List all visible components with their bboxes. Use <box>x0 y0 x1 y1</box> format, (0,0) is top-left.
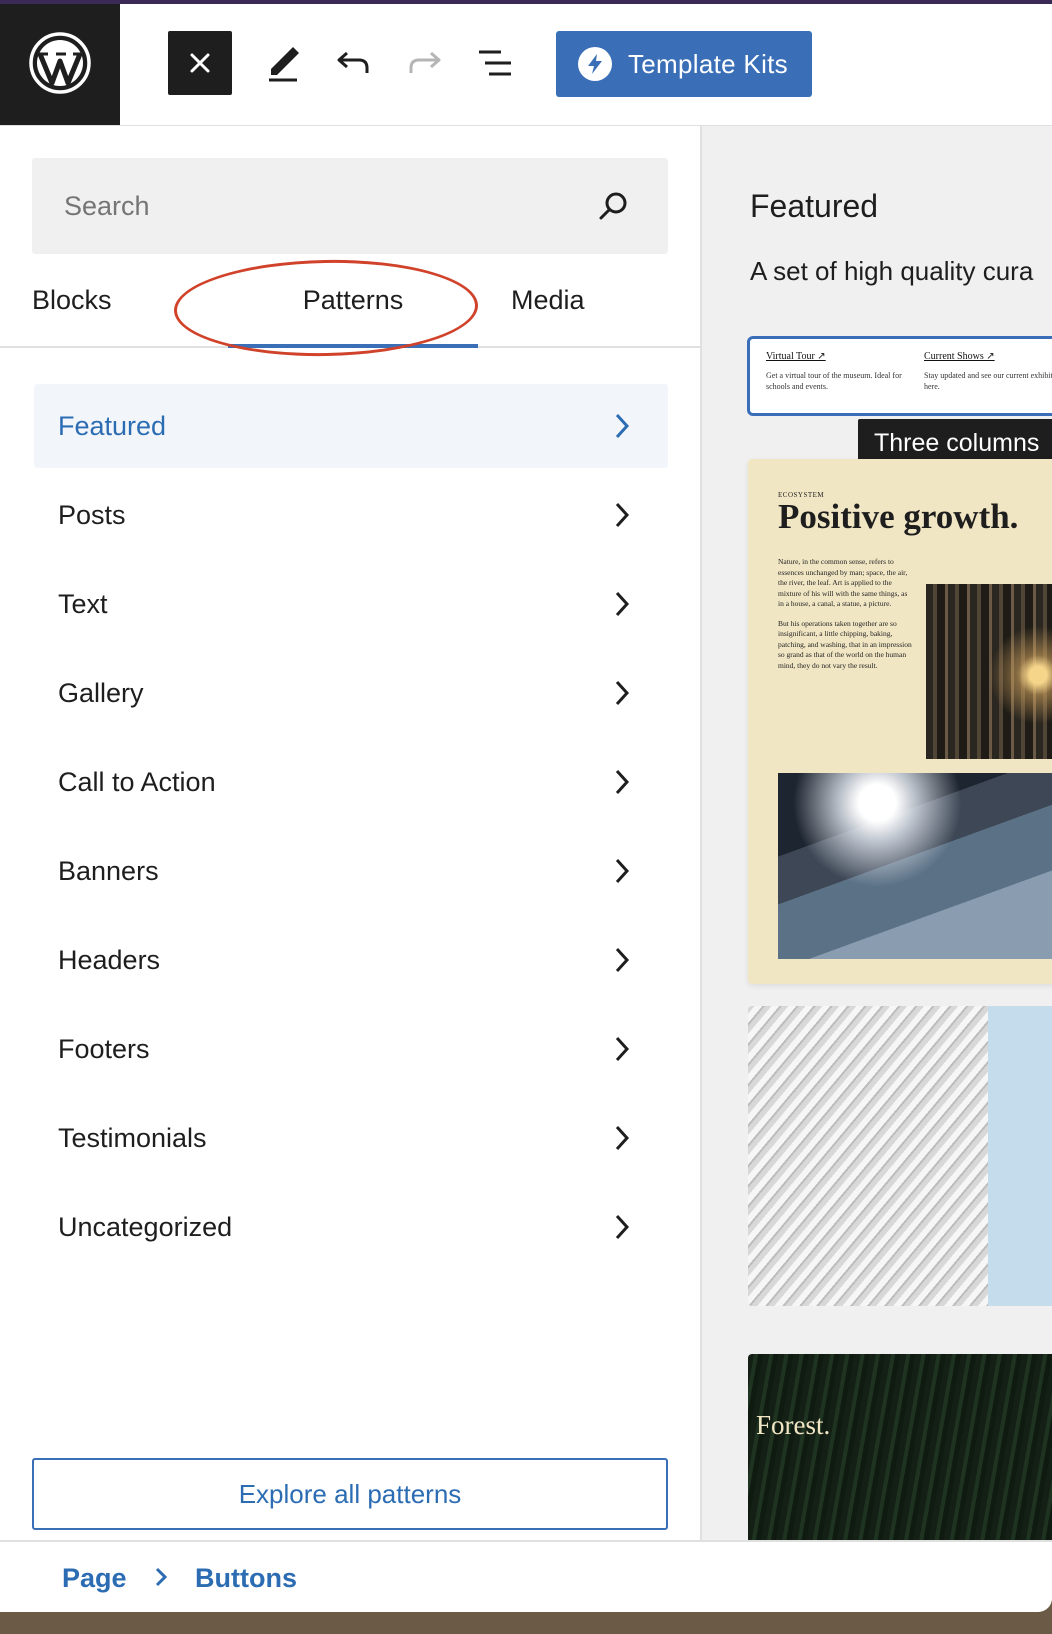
category-footers[interactable]: Footers <box>34 1007 668 1091</box>
category-label: Headers <box>58 944 161 975</box>
chevron-right-icon <box>615 1125 630 1151</box>
document-overview-button[interactable] <box>470 38 520 88</box>
search-box <box>32 158 668 254</box>
editor-window: Template Kits Blocks Patterns Media Feat… <box>0 0 1052 1612</box>
category-label: Gallery <box>58 677 144 708</box>
card-text: Stay updated and see our current exhibit… <box>924 371 1052 391</box>
tools-button[interactable] <box>258 38 308 88</box>
pencil-icon <box>269 47 299 82</box>
preview-title: Featured <box>750 188 879 224</box>
category-label: Text <box>58 588 108 619</box>
chevron-right-icon <box>615 413 630 439</box>
category-label: Uncategorized <box>58 1211 233 1242</box>
wordpress-logo-icon[interactable] <box>0 0 120 125</box>
breadcrumb-page[interactable]: Page <box>62 1563 127 1594</box>
category-uncategorized[interactable]: Uncategorized <box>34 1185 668 1269</box>
card-text: Get a virtual tour of the museum. Ideal … <box>766 371 902 391</box>
wave-image <box>748 1006 988 1306</box>
explore-all-patterns-button[interactable]: Explore all patterns <box>32 1458 668 1530</box>
chevron-right-icon <box>615 591 630 617</box>
forest-image <box>926 584 1052 759</box>
category-label: Testimonials <box>58 1122 207 1153</box>
template-kits-label: Template Kits <box>628 48 788 79</box>
redo-icon <box>409 51 441 73</box>
document-overview-icon <box>479 50 511 76</box>
category-call-to-action[interactable]: Call to Action <box>34 740 668 824</box>
category-posts[interactable]: Posts <box>34 473 668 557</box>
category-label: Posts <box>58 499 126 530</box>
category-label: Banners <box>58 855 159 886</box>
card-title: Positive growth. <box>778 497 1019 536</box>
editor-toolbar: Template Kits <box>0 0 1052 127</box>
template-kits-icon <box>578 47 612 81</box>
pattern-preview-pane: Featured A set of high quality cura Virt… <box>702 126 1052 1540</box>
coast-image <box>778 773 1052 959</box>
search-icon[interactable] <box>598 190 630 222</box>
chevron-right-icon <box>615 680 630 706</box>
close-icon <box>190 53 210 73</box>
pattern-card-three-columns[interactable]: Virtual Tour ↗ Get a virtual tour of the… <box>747 336 1052 416</box>
card-heading: Current Shows ↗ <box>924 351 995 362</box>
close-inserter-button[interactable] <box>168 31 232 95</box>
chevron-right-icon <box>615 947 630 973</box>
card-paragraph: But his operations taken together are so… <box>778 618 912 670</box>
undo-icon <box>337 51 369 73</box>
chevron-right-icon <box>615 1214 630 1240</box>
category-text[interactable]: Text <box>34 562 668 646</box>
block-inserter-panel: Blocks Patterns Media Featured Posts Tex… <box>0 126 702 1540</box>
search-input[interactable] <box>32 158 592 254</box>
pattern-card-wave[interactable] <box>748 1006 1052 1306</box>
tab-blocks[interactable]: Blocks <box>32 254 112 346</box>
inserter-tabs: Blocks Patterns Media <box>0 254 700 348</box>
chevron-right-icon <box>615 769 630 795</box>
card-body: Nature, in the common sense, refers to e… <box>778 557 914 671</box>
chevron-right-icon <box>155 1567 168 1587</box>
undo-button[interactable] <box>328 38 378 88</box>
category-label: Footers <box>58 1033 150 1064</box>
category-label: Featured <box>58 410 167 441</box>
pattern-card-positive-growth[interactable]: ECOSYSTEM Positive growth. Nature, in th… <box>748 459 1052 984</box>
card-heading: Virtual Tour ↗ <box>766 351 826 362</box>
pattern-category-list: Featured Posts Text Gallery Call to Acti… <box>34 384 668 1274</box>
tab-media[interactable]: Media <box>511 254 585 346</box>
category-testimonials[interactable]: Testimonials <box>34 1096 668 1180</box>
breadcrumb-current[interactable]: Buttons <box>195 1563 297 1594</box>
card-title: Forest. <box>756 1410 831 1440</box>
preview-description: A set of high quality cura <box>750 256 1034 286</box>
category-gallery[interactable]: Gallery <box>34 651 668 735</box>
chevron-right-icon <box>615 1036 630 1062</box>
breadcrumb: Page Buttons <box>0 1540 1052 1612</box>
category-featured[interactable]: Featured <box>34 384 668 468</box>
chevron-right-icon <box>615 502 630 528</box>
redo-button[interactable] <box>400 38 450 88</box>
category-label: Call to Action <box>58 766 216 797</box>
chevron-right-icon <box>615 858 630 884</box>
category-headers[interactable]: Headers <box>34 918 668 1002</box>
tab-patterns[interactable]: Patterns <box>228 254 478 348</box>
card-paragraph: Nature, in the common sense, refers to e… <box>778 557 908 608</box>
pattern-card-forest[interactable]: Forest. <box>748 1354 1052 1540</box>
template-kits-button[interactable]: Template Kits <box>556 31 812 97</box>
category-banners[interactable]: Banners <box>34 829 668 913</box>
